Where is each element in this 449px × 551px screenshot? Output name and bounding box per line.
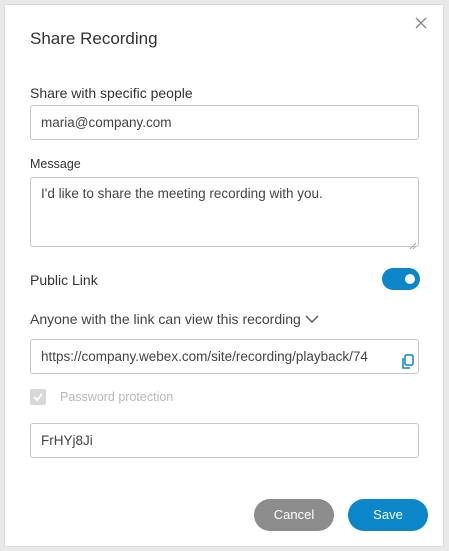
public-link-label: Public Link (30, 272, 98, 288)
resize-grip-icon[interactable] (409, 237, 417, 250)
public-link-field[interactable]: https://company.webex.com/site/recording… (30, 339, 419, 374)
close-icon[interactable] (413, 15, 429, 31)
chevron-down-icon (305, 311, 319, 327)
public-link-toggle[interactable] (382, 268, 420, 290)
link-access-text: Anyone with the link can view this recor… (30, 311, 301, 327)
dialog-title: Share Recording (30, 29, 158, 48)
message-label: Message (30, 157, 81, 171)
message-text: I'd like to share the meeting recording … (41, 186, 323, 201)
password-protection-label: Password protection (60, 390, 174, 404)
password-protection-checkbox[interactable] (30, 389, 46, 405)
copy-icon[interactable] (401, 349, 415, 369)
share-recording-dialog: Share Recording Share with specific peop… (4, 4, 444, 547)
toggle-knob (405, 274, 415, 284)
check-icon (33, 393, 43, 402)
cancel-button[interactable]: Cancel (254, 499, 334, 531)
save-button[interactable]: Save (348, 499, 428, 531)
message-textarea[interactable]: I'd like to share the meeting recording … (30, 177, 419, 250)
share-with-input[interactable]: maria@company.com (30, 105, 419, 140)
password-input[interactable]: FrHYj8Ji (30, 423, 419, 458)
share-with-label: Share with specific people (30, 85, 193, 101)
link-access-dropdown[interactable]: Anyone with the link can view this recor… (30, 311, 319, 327)
public-link-text: https://company.webex.com/site/recording… (41, 349, 368, 364)
